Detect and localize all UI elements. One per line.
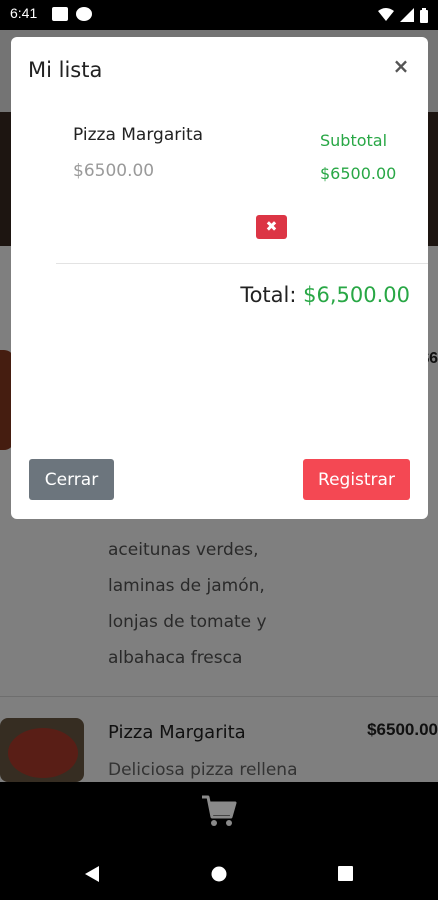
close-icon[interactable]: × bbox=[390, 55, 412, 77]
recents-icon[interactable] bbox=[338, 866, 353, 881]
cart-icon[interactable] bbox=[201, 795, 237, 827]
cart-bar bbox=[0, 782, 438, 840]
system-nav-bar bbox=[0, 840, 438, 900]
subtotal-label: Subtotal bbox=[320, 131, 388, 150]
cart-item-name: Pizza Margarita bbox=[73, 125, 204, 145]
back-icon[interactable] bbox=[84, 865, 100, 883]
total-value: $6,500.00 bbox=[303, 283, 410, 307]
wifi-icon bbox=[378, 8, 394, 21]
app-notification-icon bbox=[76, 7, 92, 21]
close-button[interactable]: Cerrar bbox=[29, 459, 114, 500]
cart-item-price: $6500.00 bbox=[73, 161, 155, 181]
status-bar: 6:41 bbox=[0, 0, 438, 30]
divider bbox=[56, 263, 428, 264]
register-button[interactable]: Registrar bbox=[303, 459, 410, 500]
status-time: 6:41 bbox=[10, 5, 38, 21]
total-row: Total: $6,500.00 bbox=[240, 283, 410, 307]
subtotal-value: $6500.00 bbox=[320, 164, 397, 183]
battery-icon bbox=[420, 7, 428, 23]
signal-icon bbox=[400, 8, 414, 22]
gallery-notification-icon bbox=[52, 7, 68, 21]
home-icon[interactable] bbox=[211, 866, 227, 882]
modal-title: Mi lista bbox=[28, 58, 103, 82]
remove-icon: ✖ bbox=[265, 219, 278, 235]
total-label: Total: bbox=[240, 283, 304, 307]
cart-modal: Mi lista × Pizza Margarita $6500.00 Subt… bbox=[11, 37, 428, 519]
remove-item-button[interactable]: ✖ bbox=[256, 215, 287, 239]
